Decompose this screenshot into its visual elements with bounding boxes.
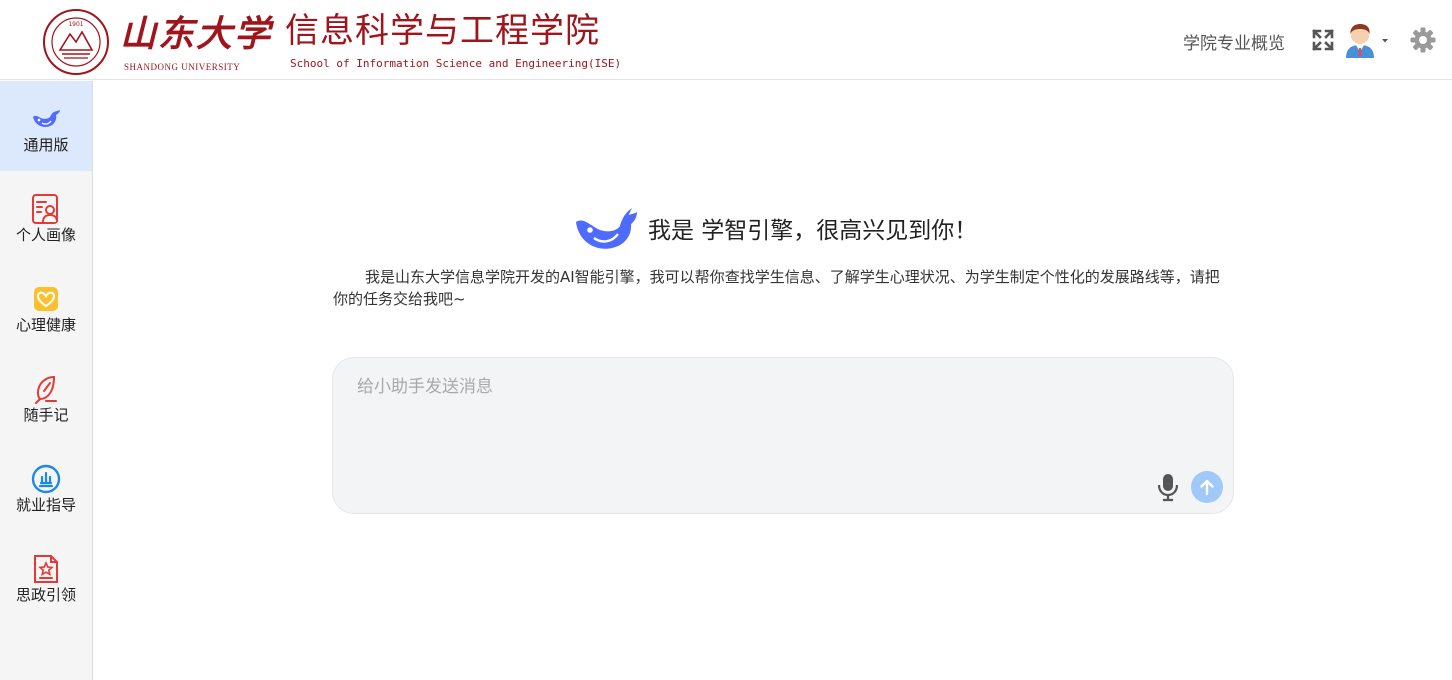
sidebar-item-general[interactable]: 通用版 [0,81,92,171]
school-name-en: School of Information Science and Engine… [290,57,622,70]
sidebar-item-label: 随手记 [23,406,69,424]
sidebar-item-label: 就业指导 [15,496,76,514]
sidebar-item-label: 个人画像 [15,226,76,244]
svg-text:1901: 1901 [68,21,83,28]
sidebar-item-profile[interactable]: 个人画像 [0,171,92,261]
caret-down-icon[interactable] [1380,36,1390,44]
sidebar-item-label: 心理健康 [15,316,76,334]
greeting-title: 我是 学智引擎，很高兴见到你！ [648,218,978,244]
intro-text: 我是山东大学信息学院开发的AI智能引擎，我可以帮你查找学生信息、了解学生心理状况… [333,268,1220,308]
school-name-cn: 信息科学与工程学院 [285,11,600,51]
whale-logo-icon [576,208,637,249]
university-name-cn: 山东大学 [120,13,273,55]
message-input[interactable] [357,372,1157,462]
briefcase-icon [31,464,61,494]
arrow-up-icon [1200,479,1214,496]
sidebar-item-label: 通用版 [23,136,69,154]
top-header: 1901 山东大学 SHANDONG UNIVERSITY 信息科学与工程学院 … [0,0,1452,80]
heart-icon [34,287,58,311]
university-seal-logo: 1901 [43,9,109,75]
sidebar-item-notes[interactable]: 随手记 [0,351,92,441]
sidebar-item-label: 思政引领 [15,586,76,604]
chat-input-box [332,357,1234,514]
settings-gear-icon[interactable] [1409,26,1437,54]
sidebar-item-career[interactable]: 就业指导 [0,441,92,531]
college-overview-link[interactable]: 学院专业概览 [1183,29,1285,54]
send-button[interactable] [1191,471,1223,503]
user-avatar[interactable] [1344,22,1376,58]
sidebar-item-ideology[interactable]: 思政引领 [0,531,92,621]
left-sidebar: 通用版 个人画像 心理健康 随手记 就业指导 思政引领 [0,81,93,680]
profile-card-icon [32,194,58,224]
star-document-icon [34,555,58,583]
sidebar-item-mental-health[interactable]: 心理健康 [0,261,92,351]
microphone-icon[interactable] [1157,472,1179,502]
fullscreen-icon[interactable] [1312,29,1334,51]
whale-icon [33,110,60,127]
quill-icon [35,375,57,404]
university-name-en: SHANDONG UNIVERSITY [124,62,241,72]
